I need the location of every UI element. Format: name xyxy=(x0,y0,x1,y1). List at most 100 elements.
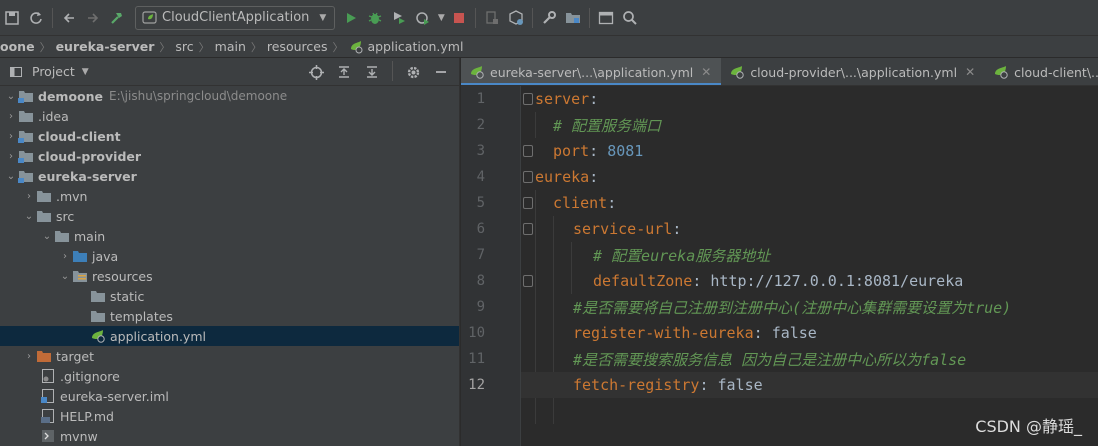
tab-cloud-provider-application-yml[interactable]: cloud-provider\...\application.yml ✕ xyxy=(721,58,985,85)
tree-item-demoone[interactable]: ⌄ demoone E:\jishu\springcloud\demoone xyxy=(0,86,459,106)
tab-label: cloud-client\...\applica xyxy=(1014,64,1098,80)
code-content[interactable]: server: # 配置服务端口 port: 8081 eureka: clie… xyxy=(521,86,1098,424)
chevron-right-icon[interactable]: › xyxy=(4,146,18,166)
save-all-icon[interactable] xyxy=(1,7,23,29)
tab-eureka-server-application-yml[interactable]: eureka-server\...\application.yml ✕ xyxy=(461,58,722,85)
folder-icon xyxy=(36,188,52,204)
chevron-down-icon[interactable]: ⌄ xyxy=(4,86,18,106)
attach-debugger-icon[interactable] xyxy=(481,7,503,29)
line-number: 12 xyxy=(468,377,485,393)
tree-item-label: cloud-client xyxy=(38,128,121,144)
breadcrumb-item[interactable]: eureka-server xyxy=(56,39,155,54)
tab-label: eureka-server\...\application.yml xyxy=(490,64,694,80)
chevron-right-icon: 〉 xyxy=(159,40,171,54)
project-view-selector[interactable]: Project xyxy=(32,64,75,79)
tree-item-label: HELP.md xyxy=(60,408,114,424)
folder-icon xyxy=(54,228,70,244)
tree-item-templates[interactable]: templates xyxy=(0,306,459,326)
hide-panel-icon[interactable] xyxy=(430,61,452,83)
excluded-folder-icon xyxy=(36,348,52,364)
collapse-all-icon[interactable] xyxy=(361,61,383,83)
run-icon[interactable] xyxy=(340,7,362,29)
tree-item-cloud-provider[interactable]: › cloud-provider xyxy=(0,146,459,166)
breadcrumb-item[interactable]: application.yml xyxy=(367,39,463,54)
gear-icon[interactable] xyxy=(402,61,424,83)
toolbar-separator xyxy=(532,7,534,28)
tree-item-gitignore[interactable]: .gitignore xyxy=(0,366,459,386)
close-icon[interactable]: ✕ xyxy=(965,65,975,79)
chevron-down-icon[interactable]: ⌄ xyxy=(58,266,72,286)
yaml-key: defaultZone xyxy=(593,272,693,290)
debug-icon[interactable] xyxy=(364,7,386,29)
sync-icon[interactable] xyxy=(25,7,47,29)
code-line: client: xyxy=(553,194,617,212)
tree-item-src[interactable]: ⌄ src xyxy=(0,206,459,226)
chevron-down-icon[interactable]: ▼ xyxy=(82,67,89,77)
tree-item-resources[interactable]: ⌄ resources xyxy=(0,266,459,286)
resources-folder-icon xyxy=(72,268,88,284)
chevron-right-icon[interactable]: › xyxy=(4,106,18,126)
code-line: #是否需要搜索服务信息 因为自己是注册中心所以为false xyxy=(521,346,1098,372)
settings-wrench-icon[interactable] xyxy=(538,7,560,29)
profile-icon[interactable] xyxy=(412,7,434,29)
tree-item-iml[interactable]: eureka-server.iml xyxy=(0,386,459,406)
more-run-options-icon[interactable]: ▼ xyxy=(436,7,446,29)
code-line: service-url: xyxy=(573,220,682,238)
folder-icon xyxy=(90,308,106,324)
expand-all-icon[interactable] xyxy=(333,61,355,83)
run-configuration-label: CloudClientApplication xyxy=(162,10,310,25)
search-icon[interactable] xyxy=(619,7,641,29)
project-structure-icon[interactable] xyxy=(562,7,584,29)
tree-item-static[interactable]: static xyxy=(0,286,459,306)
code-line: port: 8081 xyxy=(553,142,644,160)
tree-item-java[interactable]: › java xyxy=(0,246,459,266)
stop-icon[interactable] xyxy=(448,7,470,29)
breadcrumb-item[interactable]: oone xyxy=(0,39,35,54)
chevron-right-icon[interactable]: › xyxy=(22,346,36,366)
close-icon[interactable]: ✕ xyxy=(701,65,711,79)
locate-file-icon[interactable] xyxy=(305,61,327,83)
build-hammer-icon[interactable] xyxy=(106,7,128,29)
forward-arrow-icon[interactable] xyxy=(82,7,104,29)
code-line: #是否需要将自己注册到注册中心(注册中心集群需要设置为true) xyxy=(521,294,1098,320)
tree-item-mvnw[interactable]: mvnw xyxy=(0,426,459,446)
breadcrumb-item[interactable]: src xyxy=(175,39,193,54)
code-editor[interactable]: 1 2 3 4 5 6 7 8 9 10 11 12 server: # 配置服… xyxy=(461,86,1098,446)
chevron-down-icon[interactable]: ⌄ xyxy=(40,226,54,246)
toolbar-separator xyxy=(392,61,393,81)
yaml-value: http://127.0.0.1:8081/eureka xyxy=(710,272,964,290)
chevron-down-icon[interactable]: ⌄ xyxy=(22,206,36,226)
tree-item-eureka-server[interactable]: ⌄ eureka-server xyxy=(0,166,459,186)
tree-item-target[interactable]: › target xyxy=(0,346,459,366)
tree-item-label: mvnw xyxy=(60,428,98,444)
line-number: 5 xyxy=(476,195,485,211)
coverage-module-icon[interactable] xyxy=(505,7,527,29)
breadcrumb-item[interactable]: main xyxy=(215,39,246,54)
tree-item-main[interactable]: ⌄ main xyxy=(0,226,459,246)
project-tool-window: Project ▼ ⌄ demoone E:\jishu\springcloud… xyxy=(0,58,460,446)
yaml-comment: # 配置eureka服务器地址 xyxy=(593,246,771,265)
tree-item-label: eureka-server.iml xyxy=(60,388,169,404)
tree-item-label: templates xyxy=(110,308,173,324)
run-configuration-dropdown[interactable]: CloudClientApplication ▼ xyxy=(135,5,336,30)
tree-item-cloud-client[interactable]: › cloud-client xyxy=(0,126,459,146)
toolbar-separator xyxy=(589,7,591,28)
tree-item-label: target xyxy=(56,348,95,364)
breadcrumb-item[interactable]: resources xyxy=(267,39,328,54)
back-arrow-icon[interactable] xyxy=(58,7,80,29)
run-with-coverage-icon[interactable] xyxy=(388,7,410,29)
tree-item-idea[interactable]: › .idea xyxy=(0,106,459,126)
tree-item-application-yml[interactable]: application.yml xyxy=(0,326,459,346)
tree-item-help-md[interactable]: HELP.md xyxy=(0,406,459,426)
tree-item-mvn[interactable]: › .mvn xyxy=(0,186,459,206)
terminal-window-icon[interactable] xyxy=(595,7,617,29)
folder-icon xyxy=(18,108,34,124)
module-folder-icon xyxy=(18,148,34,164)
chevron-down-icon[interactable]: ⌄ xyxy=(4,166,18,186)
chevron-right-icon[interactable]: › xyxy=(22,186,36,206)
chevron-right-icon[interactable]: › xyxy=(58,246,72,266)
editor-tabs: eureka-server\...\application.yml ✕ clou… xyxy=(461,58,1098,86)
chevron-right-icon: 〉 xyxy=(39,40,51,54)
tab-cloud-client-application-yml[interactable]: cloud-client\...\applica xyxy=(985,58,1098,85)
chevron-right-icon[interactable]: › xyxy=(4,126,18,146)
